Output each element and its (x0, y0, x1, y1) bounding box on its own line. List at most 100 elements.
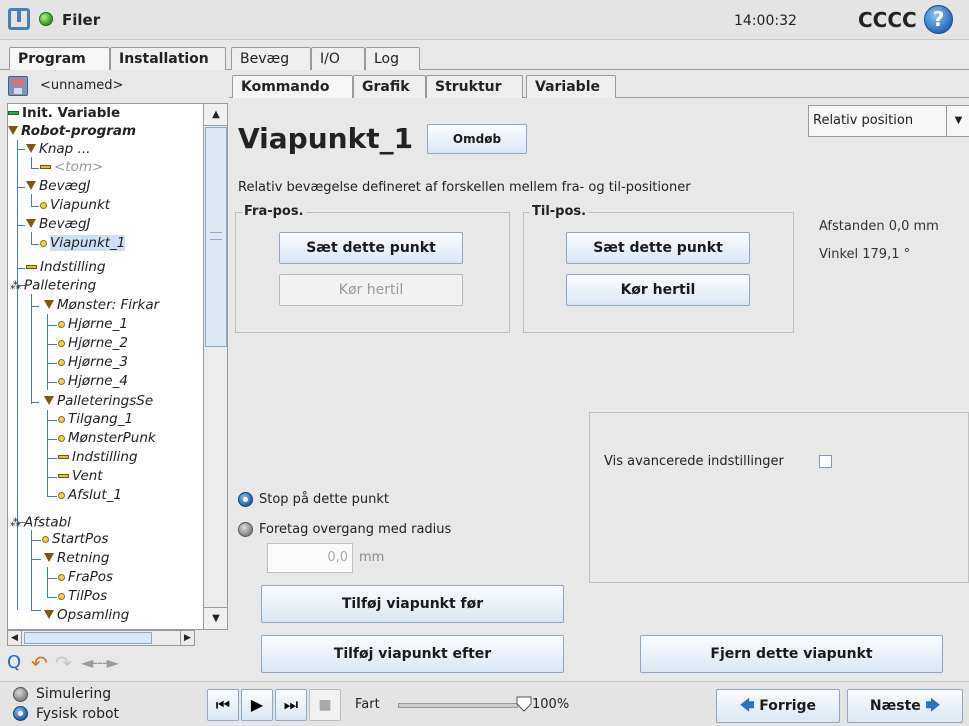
tree-item-pickup[interactable]: Opsamling (44, 607, 129, 624)
angle-readout: Vinkel 179,1 ° (819, 247, 911, 262)
previous-button[interactable]: 🡄 Forrige (716, 689, 840, 723)
stop-at-point-radio[interactable] (238, 492, 253, 507)
dot-icon (42, 535, 49, 543)
program-name-row: <unnamed> (8, 75, 222, 99)
simulation-label: Simulering (36, 686, 112, 702)
remove-waypoint-button[interactable]: Fjern dette viapunkt (640, 635, 943, 673)
set-from-point-button[interactable]: Sæt dette punkt (279, 232, 463, 264)
tree-item-wait[interactable]: Vent (58, 468, 103, 485)
tab-move[interactable]: Bevæg (231, 47, 311, 70)
tab-command[interactable]: Kommando (232, 75, 353, 98)
title-bar: Filer 14:00:32 CCCC ? (0, 0, 969, 40)
dot-icon (58, 339, 65, 347)
tree-item-destack[interactable]: ⁂ Afstabl (10, 514, 71, 531)
tab-installation[interactable]: Installation (110, 47, 226, 70)
tab-program[interactable]: Program (9, 47, 110, 70)
triangle-icon (44, 395, 54, 405)
tab-log[interactable]: Log (365, 47, 420, 70)
tree-item-setting[interactable]: Indstilling (26, 259, 106, 276)
dot-icon (58, 491, 65, 499)
robot-name: CCCC (858, 8, 917, 32)
tree-item-robot-program[interactable]: Robot-program (8, 123, 136, 140)
set-to-point-button[interactable]: Sæt dette punkt (566, 232, 750, 264)
tree-item-pallet-sequence[interactable]: PalleteringsSe (44, 393, 153, 410)
dot-icon (58, 415, 65, 423)
from-position-label: Fra-pos. (242, 204, 306, 219)
tree-toolbar: Q ↶ ↷ ◄---► (7, 650, 221, 678)
scroll-left-icon[interactable]: ◀ (8, 631, 22, 645)
scroll-right-icon[interactable]: ▶ (180, 631, 194, 645)
simulation-radio[interactable] (13, 687, 28, 702)
speed-slider-handle[interactable] (515, 696, 533, 712)
pallet-icon: ⁂ (10, 279, 21, 292)
tab-graphics[interactable]: Grafik (353, 75, 426, 98)
add-waypoint-after-button[interactable]: Tilføj viapunkt efter (261, 635, 564, 673)
tree-item-corner-2[interactable]: Hjørne_2 (58, 335, 128, 352)
next-button[interactable]: Næste 🡆 (847, 689, 963, 723)
skip-forward-icon[interactable]: ⏭ (275, 689, 307, 721)
tree-item-pattern[interactable]: Mønster: Firkar (44, 297, 159, 314)
tree-item-to-pos[interactable]: TilPos (58, 588, 107, 605)
node-title: Viapunkt_1 (238, 122, 414, 155)
triangle-icon (44, 552, 54, 562)
advanced-settings-checkbox[interactable] (819, 455, 832, 468)
tree-item-from-pos[interactable]: FraPos (58, 569, 113, 586)
hscroll-thumb[interactable] (24, 632, 152, 644)
tab-structure[interactable]: Struktur (426, 75, 523, 98)
tree-item-waypoint-1[interactable]: Viapunkt_1 (40, 235, 126, 252)
blend-radius-radio[interactable] (238, 522, 253, 537)
tree-item-start-pos[interactable]: StartPos (42, 531, 108, 548)
tree-item-direction[interactable]: Retning (44, 550, 109, 567)
tree-item-exit[interactable]: Afslut_1 (58, 487, 122, 504)
tree-vertical-scrollbar[interactable]: ▲ ▼ (203, 104, 227, 629)
tree-item-corner-3[interactable]: Hjørne_3 (58, 354, 128, 371)
tree-item-corner-1[interactable]: Hjørne_1 (58, 316, 128, 333)
move-to-to-button[interactable]: Kør hertil (566, 274, 750, 306)
tree-item-movej-2[interactable]: BevægJ (26, 216, 91, 233)
add-waypoint-before-button[interactable]: Tilføj viapunkt før (261, 585, 564, 623)
program-tree[interactable]: Init. Variable Robot-program Knap ... <t… (7, 103, 228, 630)
tree-item-pallet[interactable]: ⁂ Palletering (10, 277, 96, 294)
tree-item-approach[interactable]: Tilgang_1 (58, 411, 133, 428)
tab-variables[interactable]: Variable (526, 75, 616, 98)
rename-button[interactable]: Omdøb (427, 124, 527, 154)
ur-logo-icon[interactable] (8, 8, 30, 30)
position-type-select[interactable]: Relativ position ▼ (808, 105, 969, 137)
help-icon[interactable]: ? (924, 5, 953, 34)
speed-label: Fart (355, 697, 380, 712)
scroll-down-icon[interactable]: ▼ (204, 607, 227, 629)
dot-icon (58, 592, 65, 600)
dot-icon (40, 201, 47, 209)
real-robot-radio[interactable] (13, 706, 28, 721)
tree-item-waypoint[interactable]: Viapunkt (40, 197, 110, 214)
tree-item-button[interactable]: Knap ... (26, 141, 90, 158)
move-to-from-button[interactable]: Kør hertil (279, 274, 463, 306)
cut-icon[interactable]: ◄---► (81, 652, 191, 674)
redo-icon[interactable]: ↷ (55, 652, 77, 674)
save-icon[interactable] (8, 76, 28, 96)
tab-io[interactable]: I/O (311, 47, 365, 70)
skip-back-icon[interactable]: ⏮ (207, 689, 239, 721)
scroll-thumb[interactable] (205, 127, 227, 347)
speed-slider[interactable] (398, 703, 518, 708)
play-icon[interactable]: ▶ (241, 689, 273, 721)
tree-item-empty[interactable]: <tom> (40, 159, 103, 176)
search-icon[interactable]: Q (7, 652, 29, 674)
tree-item-movej-1[interactable]: BevægJ (26, 178, 91, 195)
triangle-icon (26, 218, 36, 228)
tree-item-init-variable[interactable]: Init. Variable (8, 105, 120, 122)
tree-horizontal-scrollbar[interactable]: ◀ ▶ (7, 630, 195, 646)
stop-icon[interactable]: ■ (309, 689, 341, 721)
dash-yellow-icon (58, 455, 69, 459)
blend-radius-input[interactable]: 0,0 (267, 543, 353, 573)
command-tab-bar: Kommando Grafik Struktur Variable (229, 75, 969, 98)
dot-icon (58, 320, 65, 328)
app-title[interactable]: Filer (62, 11, 100, 29)
tree-item-setting-2[interactable]: Indstilling (58, 449, 138, 466)
undo-icon[interactable]: ↶ (31, 652, 53, 674)
tree-item-pattern-point[interactable]: MønsterPunk (58, 430, 156, 447)
tree-item-corner-4[interactable]: Hjørne_4 (58, 373, 128, 390)
scroll-up-icon[interactable]: ▲ (204, 104, 227, 126)
chevron-down-icon[interactable]: ▼ (946, 106, 969, 136)
description: Relativ bevægelse defineret af forskelle… (238, 180, 691, 195)
